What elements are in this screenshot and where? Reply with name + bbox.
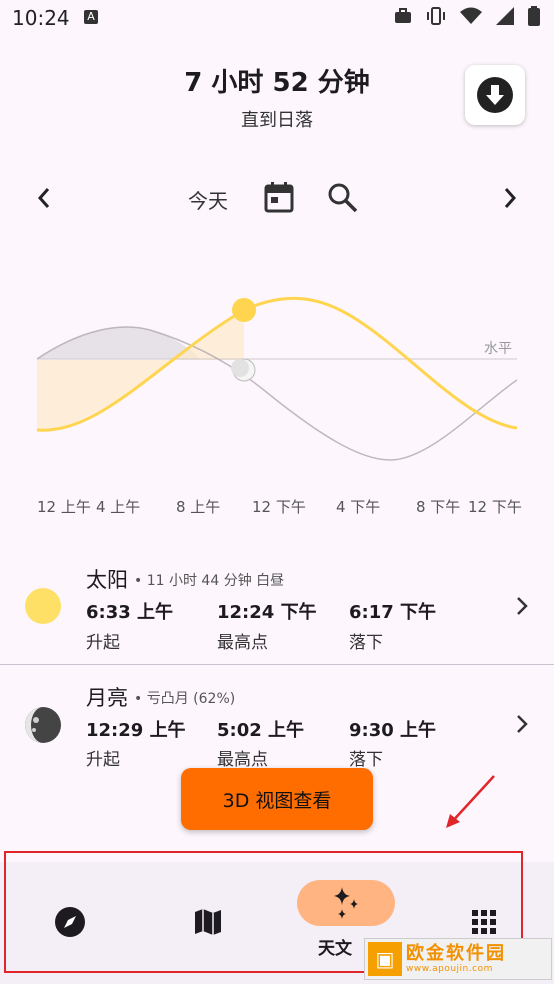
x-tick: 12 下午 <box>468 498 522 516</box>
x-tick: 8 上午 <box>176 498 221 516</box>
status-icons <box>394 6 540 26</box>
moon-phase: 亏凸月 (62%) <box>146 691 236 707</box>
vibrate-icon <box>427 7 445 25</box>
moon-rise-time: 12:29 上午 <box>86 720 186 741</box>
sun-set-label: 落下 <box>349 633 383 653</box>
prev-day-button[interactable] <box>30 182 58 214</box>
moon-title: 月亮 <box>86 686 128 710</box>
moon-phase-icon <box>25 707 61 743</box>
sun-daylight-meta: • 11 小时 44 分钟 白昼 <box>134 573 285 589</box>
x-tick: 12 上午 <box>37 498 91 516</box>
sun-peak-label: 最高点 <box>217 633 268 653</box>
date-label[interactable]: 今天 <box>188 185 228 214</box>
sun-icon <box>25 588 61 624</box>
sun-position-marker <box>232 298 256 322</box>
a-badge-icon: A <box>84 10 98 24</box>
status-time: 10:24 <box>12 6 70 30</box>
download-icon <box>477 77 513 113</box>
watermark: ▣ 欧金软件园 www.apoujin.com <box>364 938 552 980</box>
moon-peak-label: 最高点 <box>217 750 268 770</box>
download-button[interactable] <box>465 65 525 125</box>
moon-set-label: 落下 <box>349 750 383 770</box>
horizon-label: 水平 <box>484 341 512 357</box>
sun-peak-time: 12:24 下午 <box>217 602 317 623</box>
search-icon[interactable] <box>325 180 359 218</box>
annotation-arrow <box>446 775 495 828</box>
x-tick: 4 下午 <box>336 498 381 516</box>
sun-title: 太阳 <box>86 568 128 592</box>
moon-above-horizon-fill <box>37 327 200 359</box>
sun-daylight: 11 小时 44 分钟 白昼 <box>146 573 285 589</box>
chevron-right-icon <box>504 188 517 208</box>
briefcase-icon <box>395 8 411 23</box>
x-tick: 12 下午 <box>252 498 306 516</box>
moon-set-time: 9:30 上午 <box>349 720 437 741</box>
sun-moon-altitude-chart <box>36 296 518 461</box>
sun-rise-time: 6:33 上午 <box>86 602 174 623</box>
moon-peak-time: 5:02 上午 <box>217 720 305 741</box>
chevron-right-icon[interactable] <box>515 714 529 734</box>
watermark-title: 欧金软件园 <box>406 943 506 964</box>
moon-phase-meta: • 亏凸月 (62%) <box>134 691 236 707</box>
sun-rise-label: 升起 <box>86 633 120 653</box>
x-tick: 4 上午 <box>96 498 141 516</box>
divider <box>0 664 554 665</box>
sun-set-time: 6:17 下午 <box>349 602 437 623</box>
view-3d-button[interactable]: 3D 视图查看 <box>181 768 373 830</box>
watermark-url: www.apoujin.com <box>406 964 493 974</box>
next-day-button[interactable] <box>496 182 524 214</box>
chevron-right-icon[interactable] <box>515 596 529 616</box>
watermark-logo: ▣ <box>368 942 402 976</box>
calendar-icon[interactable] <box>262 180 296 218</box>
moon-rise-label: 升起 <box>86 750 120 770</box>
signal-icon <box>496 7 514 25</box>
x-tick: 8 下午 <box>416 498 461 516</box>
chevron-left-icon <box>37 188 50 208</box>
battery-icon <box>528 6 540 26</box>
wifi-icon <box>460 7 482 24</box>
